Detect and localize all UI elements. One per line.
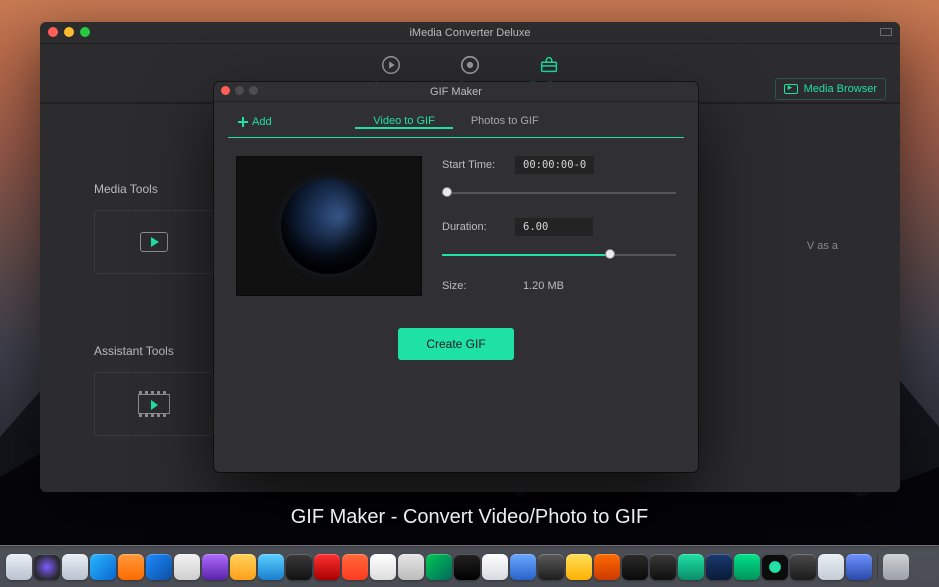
tab-label: Photos to GIF bbox=[471, 115, 539, 127]
partial-text-right: V as a bbox=[807, 240, 838, 252]
size-value: 1.20 MB bbox=[523, 280, 564, 292]
burn-icon bbox=[459, 54, 481, 76]
media-tool-card[interactable] bbox=[94, 210, 214, 274]
dock-app-20[interactable] bbox=[566, 554, 592, 580]
dock-app-25[interactable] bbox=[706, 554, 732, 580]
dock-app-8[interactable] bbox=[230, 554, 256, 580]
tab-video-to-gif[interactable]: Video to GIF bbox=[355, 115, 453, 129]
minimize-icon bbox=[235, 86, 244, 95]
gif-controls: Start Time: 00:00:00-0 Duration: 6.00 bbox=[442, 156, 676, 302]
close-icon[interactable] bbox=[48, 27, 58, 37]
start-time-value[interactable]: 00:00:00-0 bbox=[515, 156, 594, 174]
gif-maker-window: GIF Maker Add Video to GIF Photos to GIF bbox=[214, 82, 698, 472]
tab-label: Video to GIF bbox=[373, 115, 435, 127]
main-window-title: iMedia Converter Deluxe bbox=[409, 27, 530, 39]
globe-thumbnail bbox=[281, 178, 377, 274]
dock-app-22[interactable] bbox=[622, 554, 648, 580]
dock-app-27[interactable] bbox=[762, 554, 788, 580]
close-icon[interactable] bbox=[221, 86, 230, 95]
dock-app-12[interactable] bbox=[342, 554, 368, 580]
desktop: iMedia Converter Deluxe Convert Burn bbox=[0, 0, 939, 587]
size-label: Size: bbox=[442, 280, 505, 292]
toolbox-icon bbox=[538, 54, 560, 76]
zoom-icon[interactable] bbox=[80, 27, 90, 37]
dock-app-0[interactable] bbox=[6, 554, 32, 580]
gif-tool-icon bbox=[138, 394, 170, 414]
dock-app-7[interactable] bbox=[202, 554, 228, 580]
media-browser-label: Media Browser bbox=[804, 83, 877, 95]
start-time-slider[interactable] bbox=[442, 184, 676, 202]
dock-app-6[interactable] bbox=[174, 554, 200, 580]
minimize-icon[interactable] bbox=[64, 27, 74, 37]
dock-app-4[interactable] bbox=[118, 554, 144, 580]
modal-tabbar: Add Video to GIF Photos to GIF bbox=[228, 106, 684, 138]
start-time-label: Start Time: bbox=[442, 159, 505, 171]
dock-app-30[interactable] bbox=[846, 554, 872, 580]
video-preview[interactable] bbox=[236, 156, 422, 296]
dock-app-29[interactable] bbox=[818, 554, 844, 580]
dock-app-3[interactable] bbox=[90, 554, 116, 580]
convert-icon bbox=[380, 54, 402, 76]
dock-app-26[interactable] bbox=[734, 554, 760, 580]
dock-app-17[interactable] bbox=[482, 554, 508, 580]
dock-app-19[interactable] bbox=[538, 554, 564, 580]
dock-app-13[interactable] bbox=[370, 554, 396, 580]
dock-app-16[interactable] bbox=[454, 554, 480, 580]
section-media-tools: Media Tools bbox=[94, 182, 158, 196]
duration-value[interactable]: 6.00 bbox=[515, 218, 593, 236]
dock-app-28[interactable] bbox=[790, 554, 816, 580]
tab-photos-to-gif[interactable]: Photos to GIF bbox=[453, 115, 557, 127]
trash-icon[interactable] bbox=[883, 554, 909, 580]
dock-app-1[interactable] bbox=[34, 554, 60, 580]
media-browser-icon bbox=[784, 84, 798, 94]
dock-app-5[interactable] bbox=[146, 554, 172, 580]
dock-app-11[interactable] bbox=[314, 554, 340, 580]
assistant-tool-card[interactable] bbox=[94, 372, 214, 436]
dock[interactable] bbox=[0, 545, 939, 587]
main-titlebar[interactable]: iMedia Converter Deluxe bbox=[40, 22, 900, 44]
dock-app-21[interactable] bbox=[594, 554, 620, 580]
duration-slider[interactable] bbox=[442, 246, 676, 264]
play-icon bbox=[140, 232, 168, 252]
modal-title: GIF Maker bbox=[430, 86, 482, 98]
create-gif-label: Create GIF bbox=[426, 337, 485, 351]
zoom-icon bbox=[249, 86, 258, 95]
dock-app-10[interactable] bbox=[286, 554, 312, 580]
screenshot-caption: GIF Maker - Convert Video/Photo to GIF bbox=[0, 506, 939, 529]
dock-app-14[interactable] bbox=[398, 554, 424, 580]
dock-app-9[interactable] bbox=[258, 554, 284, 580]
dock-app-24[interactable] bbox=[678, 554, 704, 580]
fullscreen-icon[interactable] bbox=[880, 28, 892, 36]
create-gif-button[interactable]: Create GIF bbox=[398, 328, 513, 360]
dock-app-23[interactable] bbox=[650, 554, 676, 580]
dock-app-2[interactable] bbox=[62, 554, 88, 580]
section-assistant-tools: Assistant Tools bbox=[94, 344, 174, 358]
dock-separator bbox=[877, 554, 878, 580]
media-browser-button[interactable]: Media Browser bbox=[775, 78, 886, 100]
dock-app-15[interactable] bbox=[426, 554, 452, 580]
dock-app-18[interactable] bbox=[510, 554, 536, 580]
modal-titlebar[interactable]: GIF Maker bbox=[214, 82, 698, 102]
duration-label: Duration: bbox=[442, 221, 505, 233]
